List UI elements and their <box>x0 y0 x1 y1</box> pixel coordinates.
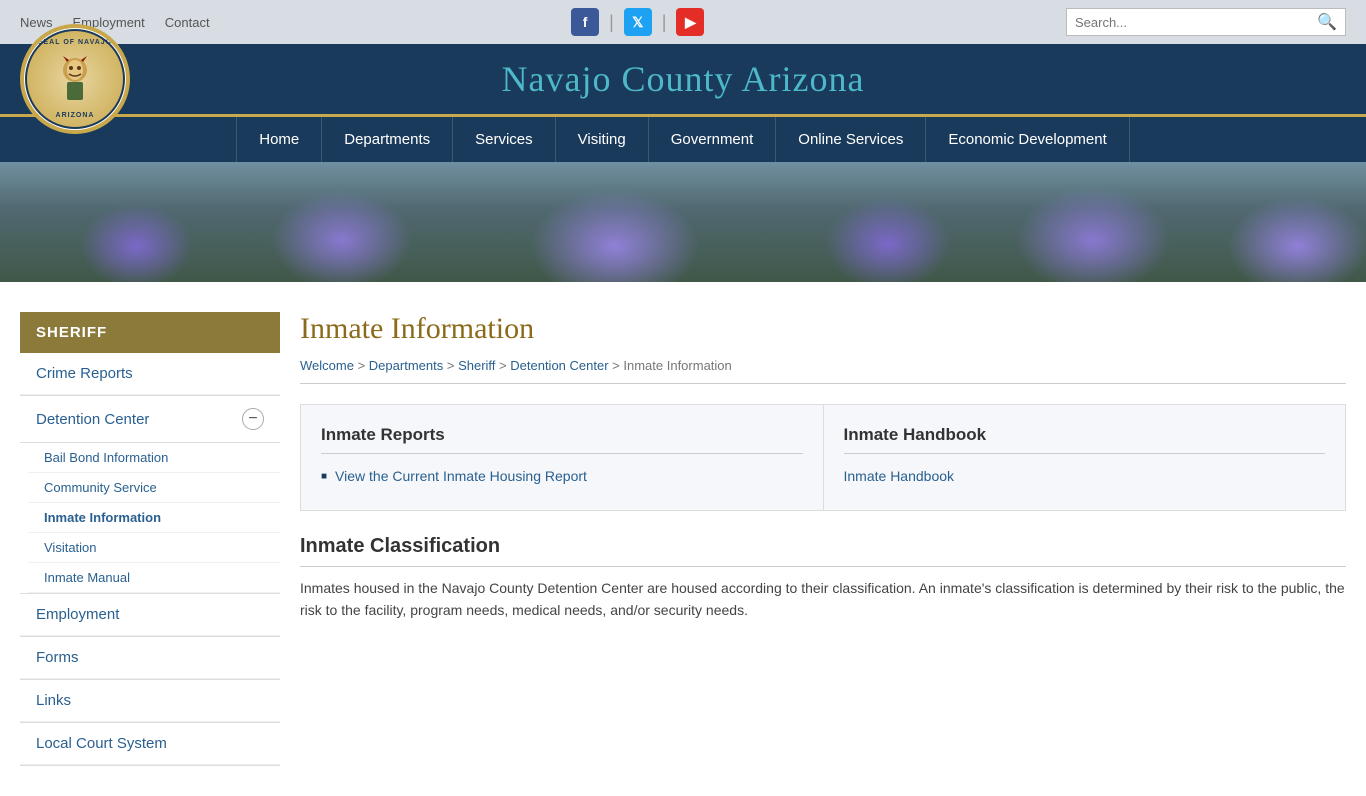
breadcrumb-sheriff[interactable]: Sheriff <box>458 358 495 373</box>
top-navigation: News Employment Contact <box>20 15 210 30</box>
page-title: Inmate Information <box>300 312 1346 346</box>
sidebar-item-inmate-manual[interactable]: Inmate Manual <box>28 563 280 593</box>
housing-report-link[interactable]: View the Current Inmate Housing Report <box>335 468 587 484</box>
nav-visiting[interactable]: Visiting <box>556 117 649 162</box>
classification-title: Inmate Classification <box>300 535 1346 567</box>
youtube-icon[interactable]: ▶ <box>676 8 704 36</box>
breadcrumb-detention-center[interactable]: Detention Center <box>510 358 608 373</box>
nav-online-services[interactable]: Online Services <box>776 117 926 162</box>
facebook-icon[interactable]: f <box>571 8 599 36</box>
social-icons: f | 𝕏 | ▶ <box>571 8 704 36</box>
classification-text: Inmates housed in the Navajo County Dete… <box>300 577 1346 622</box>
inmate-reports-box: Inmate Reports View the Current Inmate H… <box>301 405 824 510</box>
inmate-handbook-box: Inmate Handbook Inmate Handbook <box>824 405 1346 510</box>
sidebar: SHERIFF Crime Reports Detention Center −… <box>20 312 280 766</box>
sidebar-section-court: Local Court System <box>20 723 280 766</box>
hero-image <box>0 162 1366 282</box>
nav-services[interactable]: Services <box>453 117 556 162</box>
sidebar-section-links: Links <box>20 680 280 723</box>
site-header: SEAL OF NAVAJO ARIZONA Navajo County Ari… <box>0 44 1366 114</box>
breadcrumb-departments[interactable]: Departments <box>369 358 443 373</box>
hero-flowers <box>0 162 1366 282</box>
logo-text-bottom: ARIZONA <box>56 112 95 119</box>
breadcrumb: Welcome > Departments > Sheriff > Detent… <box>300 358 1346 384</box>
sidebar-sub-links: Bail Bond Information Community Service … <box>20 443 280 593</box>
top-bar: News Employment Contact f | 𝕏 | ▶ 🔍 <box>0 0 1366 44</box>
sidebar-item-inmate-information[interactable]: Inmate Information <box>28 503 280 533</box>
sidebar-item-forms[interactable]: Forms <box>20 637 280 679</box>
sidebar-section-employment: Employment <box>20 594 280 637</box>
breadcrumb-sep: > <box>499 358 510 373</box>
inmate-reports-title: Inmate Reports <box>321 425 803 454</box>
inmate-handbook-title: Inmate Handbook <box>844 425 1326 454</box>
breadcrumb-sep: > <box>447 358 458 373</box>
divider: | <box>609 12 614 33</box>
logo-text-top: SEAL OF NAVAJO <box>38 39 112 46</box>
inmate-reports-list-item: View the Current Inmate Housing Report <box>321 468 803 484</box>
content-wrapper: SHERIFF Crime Reports Detention Center −… <box>0 282 1366 796</box>
sidebar-item-community-service[interactable]: Community Service <box>28 473 280 503</box>
nav-government[interactable]: Government <box>649 117 777 162</box>
sidebar-section-crime: Crime Reports <box>20 353 280 396</box>
sidebar-title: SHERIFF <box>20 312 280 353</box>
nav-economic-development[interactable]: Economic Development <box>926 117 1129 162</box>
sidebar-item-bail-bond[interactable]: Bail Bond Information <box>28 443 280 473</box>
sidebar-item-links[interactable]: Links <box>20 680 280 722</box>
nav-news[interactable]: News <box>20 15 53 30</box>
site-logo: SEAL OF NAVAJO ARIZONA <box>20 24 130 134</box>
sidebar-collapsible-detention: Detention Center − <box>20 396 280 443</box>
sidebar-item-visitation[interactable]: Visitation <box>28 533 280 563</box>
nav-home[interactable]: Home <box>236 117 322 162</box>
nav-departments[interactable]: Departments <box>322 117 453 162</box>
logo-seal-image <box>55 54 95 104</box>
site-title: Navajo County Arizona <box>20 58 1346 100</box>
sidebar-item-crime-reports[interactable]: Crime Reports <box>20 353 280 395</box>
info-boxes: Inmate Reports View the Current Inmate H… <box>300 404 1346 511</box>
handbook-link[interactable]: Inmate Handbook <box>844 468 955 484</box>
sidebar-item-employment[interactable]: Employment <box>20 594 280 636</box>
sidebar-item-detention-center[interactable]: Detention Center <box>36 411 149 428</box>
divider: | <box>662 12 667 33</box>
twitter-icon[interactable]: 𝕏 <box>624 8 652 36</box>
main-navigation: Home Departments Services Visiting Gover… <box>0 114 1366 162</box>
breadcrumb-current: Inmate Information <box>623 358 731 373</box>
search-bar: 🔍 <box>1066 8 1346 36</box>
sidebar-item-local-court[interactable]: Local Court System <box>20 723 280 765</box>
main-content: Inmate Information Welcome > Departments… <box>300 312 1346 766</box>
sidebar-section-forms: Forms <box>20 637 280 680</box>
search-input[interactable] <box>1075 15 1317 30</box>
search-button[interactable]: 🔍 <box>1317 12 1337 32</box>
breadcrumb-welcome[interactable]: Welcome <box>300 358 354 373</box>
classification-section: Inmate Classification Inmates housed in … <box>300 535 1346 622</box>
breadcrumb-sep: > <box>612 358 623 373</box>
breadcrumb-sep: > <box>358 358 369 373</box>
collapse-button[interactable]: − <box>242 408 264 430</box>
sidebar-section-detention: Detention Center − Bail Bond Information… <box>20 396 280 594</box>
nav-contact[interactable]: Contact <box>165 15 210 30</box>
inmate-reports-list: View the Current Inmate Housing Report <box>321 468 803 484</box>
